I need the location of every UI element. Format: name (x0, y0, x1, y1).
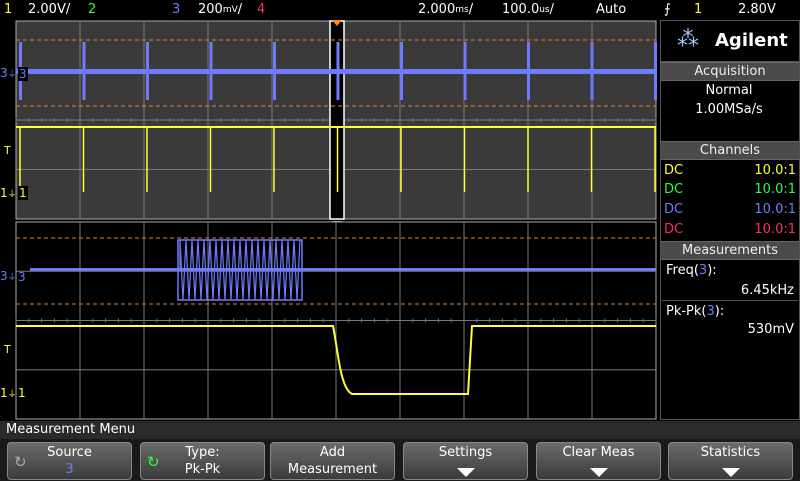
waveform-display[interactable]: 3⏚ 3 T 1⏚ 1 3⏚ 3 T 1⏚ 1 (0, 20, 658, 420)
trigger-source[interactable]: 1 (694, 0, 702, 20)
trigger-level-marker[interactable]: T (4, 144, 11, 157)
settings-softkey[interactable]: Settings (403, 442, 528, 480)
coupling: DC (664, 182, 684, 197)
probe-ratio: 10.0:1 (754, 202, 796, 217)
submenu-arrow-icon (721, 468, 740, 477)
ch3-burst (527, 42, 530, 100)
coupling: DC (664, 163, 684, 178)
trigger-level-marker-zoom[interactable]: T (4, 343, 11, 356)
ch3-zoom-line (30, 268, 656, 271)
info-panel: ⁂ Agilent Acquisition Normal 1.00MSa/s C… (660, 20, 800, 420)
measurement-2-label: Pk-Pk(3): (666, 304, 725, 319)
ch1-number[interactable]: 1 (4, 0, 12, 20)
ch3-burst (336, 42, 340, 100)
ch3-scale-text: 200 (198, 2, 223, 17)
channel-row-1: DC 10.0:1 (664, 161, 796, 180)
softkey-value: Pk-Pk (184, 462, 221, 477)
softkey-value: 3 (65, 462, 74, 477)
ch1-label: 1 (18, 186, 28, 200)
sample-rate: 1.00MSa/s (695, 102, 763, 117)
statistics-softkey[interactable]: Statistics (668, 442, 793, 480)
source-softkey[interactable]: ↻ Source 3 (7, 442, 132, 480)
channel-row-4: DC 10.0:1 (664, 220, 796, 239)
acquisition-header[interactable]: Acquisition (660, 62, 800, 81)
ch2-number[interactable]: 2 (88, 0, 96, 20)
submenu-arrow-icon (456, 468, 475, 477)
delay[interactable]: 100.0us/ (502, 0, 554, 20)
coupling: DC (664, 202, 684, 217)
ch3-burst (209, 42, 213, 100)
trigger-level[interactable]: 2.80V (738, 0, 776, 20)
measurements-header[interactable]: Measurements (660, 241, 800, 260)
ch3-burst (146, 42, 149, 100)
acquisition-mode: Normal (705, 83, 753, 98)
softkey-label: Source (47, 445, 92, 460)
ch3-number[interactable]: 3 (172, 0, 180, 20)
waveform-svg (15, 20, 657, 420)
ch3-ground-marker[interactable]: 3⏚ (0, 66, 17, 80)
trigger-edge-icon[interactable]: ⨍ (664, 0, 671, 20)
submenu-arrow-icon (589, 468, 608, 477)
timebase[interactable]: 2.000ms/ (418, 0, 473, 20)
brand-name: Agilent (715, 30, 788, 51)
softkey-label: Type: (185, 445, 220, 460)
type-softkey[interactable]: ↻ Type: Pk-Pk (140, 442, 265, 480)
ch1-ground-marker-zoom[interactable]: 1⏚ (0, 386, 17, 400)
ch3-label: 3 (18, 67, 28, 81)
softkey-label: Statistics (700, 445, 761, 460)
ch1-scale[interactable]: 2.00V/ (28, 0, 70, 20)
ch3-burst (590, 42, 594, 100)
softkey-label: Clear Meas (562, 445, 635, 460)
softkey-bar: ↻ Source 3 ↻ Type: Pk-Pk Add Measurement… (0, 439, 800, 481)
divider (662, 300, 798, 301)
measurement-1-value: 6.45kHz (740, 283, 794, 298)
channel-row-2: DC 10.0:1 (664, 180, 796, 199)
softkey-label-2: Measurement (287, 462, 378, 477)
ch3-scale[interactable]: 200mV/ (198, 0, 242, 20)
ch1-ground-marker[interactable]: 1⏚ (0, 186, 17, 200)
probe-ratio: 10.0:1 (754, 222, 796, 237)
ch3-burst (463, 42, 467, 100)
ch3-band (16, 69, 656, 74)
trigger-mode[interactable]: Auto (596, 0, 626, 20)
probe-ratio: 10.0:1 (754, 182, 796, 197)
add-measurement-softkey[interactable]: Add Measurement (270, 442, 395, 480)
menu-title-bar: Measurement Menu (0, 421, 800, 439)
agilent-spark-icon: ⁂ (677, 27, 699, 52)
clear-meas-softkey[interactable]: Clear Meas (536, 442, 661, 480)
ch3-burst (400, 42, 403, 100)
channels-header[interactable]: Channels (660, 141, 800, 160)
brand-logo: ⁂ Agilent (660, 20, 800, 62)
coupling: DC (664, 222, 684, 237)
softkey-label: Add (319, 445, 346, 460)
status-bar: 1 2.00V/ 2 3 200mV/ 4 2.000ms/ 100.0us/ … (0, 0, 800, 20)
channel-row-3: DC 10.0:1 (664, 200, 796, 219)
ch4-number[interactable]: 4 (257, 0, 265, 20)
menu-title: Measurement Menu (6, 422, 136, 437)
measurement-1-label: Freq(3): (666, 263, 717, 278)
probe-ratio: 10.0:1 (754, 163, 796, 178)
ch3-label-zoom: 3 (18, 270, 26, 284)
ch3-burst (82, 42, 86, 100)
measurement-2-value: 530mV (747, 322, 794, 337)
ch3-burst (654, 42, 657, 100)
ch3-ground-marker-zoom[interactable]: 3⏚ (0, 269, 17, 283)
ch1-label-zoom: 1 (18, 386, 26, 400)
ch3-burst (273, 42, 276, 100)
softkey-label: Settings (438, 445, 493, 460)
